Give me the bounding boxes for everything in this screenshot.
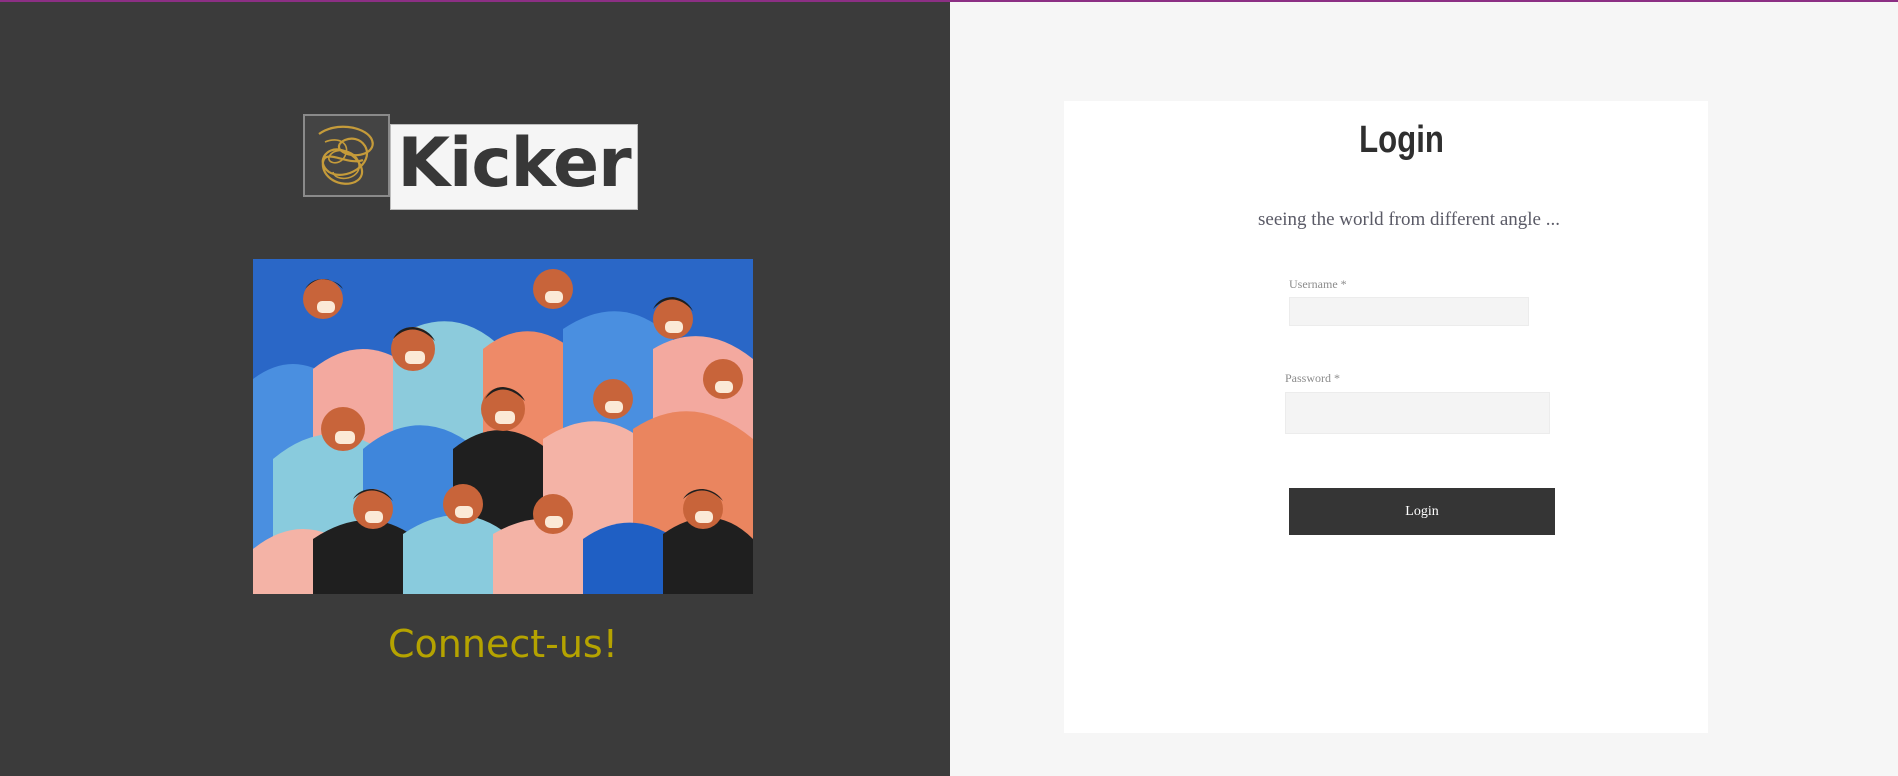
brand-tagline: Connect-us! xyxy=(388,622,618,666)
login-subtitle: seeing the world from different angle ..… xyxy=(1258,209,1560,230)
login-card: Login seeing the world from different an… xyxy=(1064,101,1708,733)
logo-wordmark: Kicker xyxy=(390,124,638,210)
logo-mark-icon xyxy=(303,114,390,197)
username-input[interactable] xyxy=(1289,297,1529,326)
login-button[interactable]: Login xyxy=(1289,488,1555,535)
password-input[interactable] xyxy=(1285,392,1550,434)
password-label: Password * xyxy=(1285,371,1341,385)
login-title: Login xyxy=(1359,119,1444,161)
logo-text: Kicker xyxy=(397,124,631,203)
logo: Kicker xyxy=(303,114,638,210)
login-panel: Login seeing the world from different an… xyxy=(950,2,1898,776)
crowd-illustration xyxy=(253,259,753,594)
brand-panel: Kicker Connect-us! xyxy=(0,2,950,776)
username-label: Username * xyxy=(1289,277,1347,291)
